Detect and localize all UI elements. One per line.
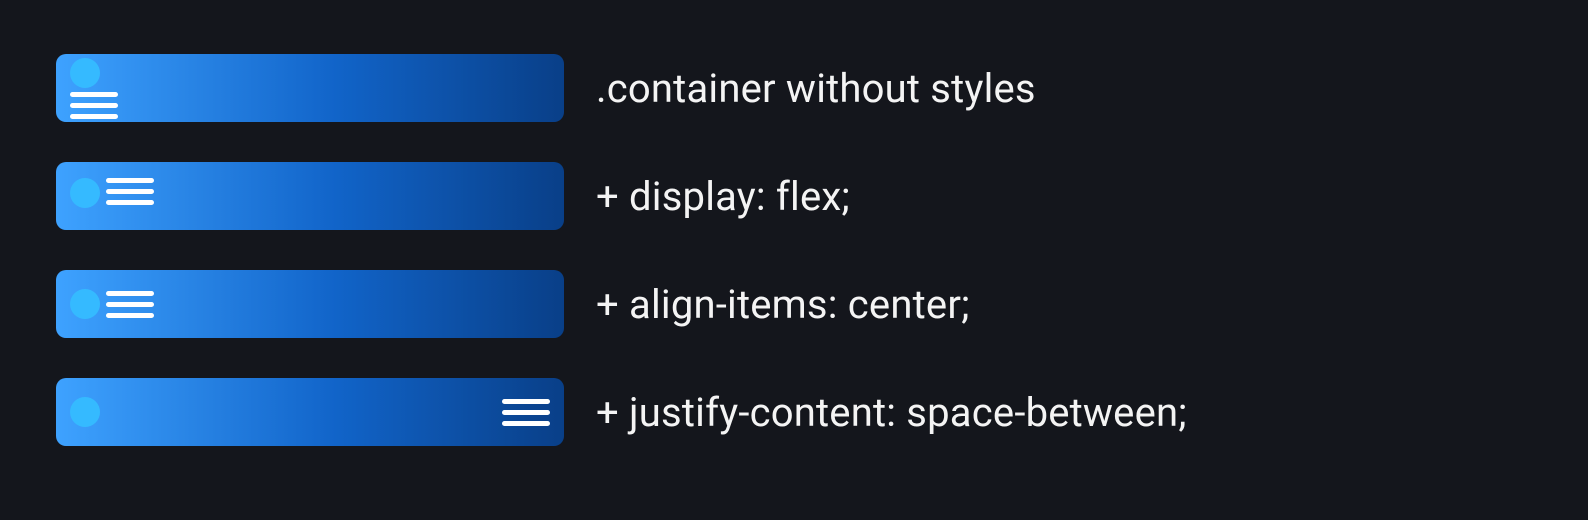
lines-icon xyxy=(502,399,550,426)
example-row-2: + display: flex; xyxy=(56,162,1538,230)
example-row-4: + justify-content: space-between; xyxy=(56,378,1538,446)
container-space-between xyxy=(56,378,564,446)
example-row-3: + align-items: center; xyxy=(56,270,1538,338)
label-row-3: + align-items: center; xyxy=(596,281,970,328)
example-row-1: .container without styles xyxy=(56,54,1538,122)
container-align-center xyxy=(56,270,564,338)
lines-icon xyxy=(70,92,550,119)
container-no-styles xyxy=(56,54,564,122)
circle-icon xyxy=(70,397,100,427)
lines-icon xyxy=(106,178,154,205)
label-row-1: .container without styles xyxy=(596,65,1036,112)
diagram: .container without styles + display: fle… xyxy=(0,0,1588,500)
label-row-4: + justify-content: space-between; xyxy=(596,389,1187,436)
circle-icon xyxy=(70,58,100,88)
circle-icon xyxy=(70,289,100,319)
container-display-flex xyxy=(56,162,564,230)
label-row-2: + display: flex; xyxy=(596,173,850,220)
lines-icon xyxy=(106,291,154,318)
circle-icon xyxy=(70,178,100,208)
